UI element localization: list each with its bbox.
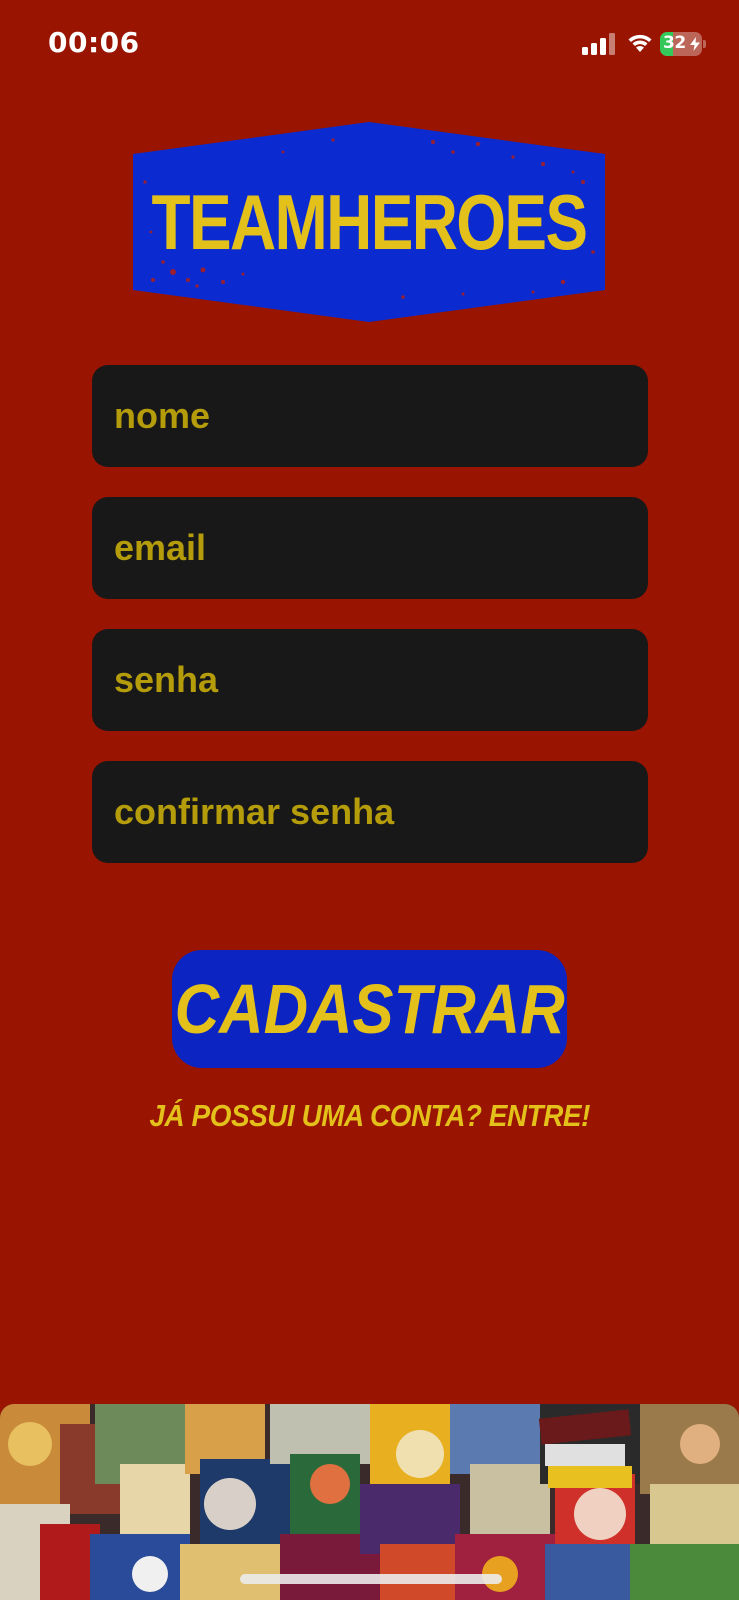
- confirmar-senha-input[interactable]: [114, 791, 648, 833]
- cadastrar-button-label: CADASTRAR: [174, 970, 565, 1048]
- status-bar: 00:06 32: [0, 0, 739, 90]
- senha-input[interactable]: [114, 659, 648, 701]
- cadastrar-button[interactable]: CADASTRAR: [172, 950, 567, 1068]
- senha-field-container[interactable]: [92, 629, 648, 731]
- comic-collage-art: [0, 1404, 739, 1600]
- status-time: 00:06: [48, 26, 140, 59]
- nome-input[interactable]: [114, 395, 648, 437]
- battery-cap: [703, 40, 706, 48]
- login-link[interactable]: JÁ POSSUI UMA CONTA? ENTRE!: [0, 1098, 739, 1134]
- comic-collage-image: [0, 1404, 739, 1600]
- email-field-container[interactable]: [92, 497, 648, 599]
- signal-icon: [582, 33, 615, 55]
- wifi-icon: [628, 34, 652, 52]
- teamheroes-logo: TEAMHEROES: [133, 122, 605, 322]
- home-indicator[interactable]: [240, 1574, 502, 1584]
- login-link-label: JÁ POSSUI UMA CONTA? ENTRE!: [149, 1098, 590, 1133]
- battery-charging-icon: 32: [660, 32, 706, 56]
- bolt-icon: [690, 37, 700, 51]
- battery-level: 32: [663, 33, 686, 53]
- nome-field-container[interactable]: [92, 365, 648, 467]
- logo-text: TEAMHEROES: [151, 177, 589, 266]
- confirmar-senha-field-container[interactable]: [92, 761, 648, 863]
- email-input[interactable]: [114, 527, 648, 569]
